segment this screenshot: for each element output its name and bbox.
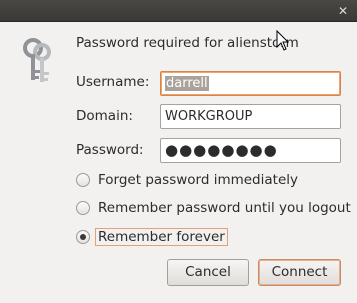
radio-button-checked[interactable] [76, 230, 90, 244]
connect-button[interactable]: Connect [258, 259, 341, 286]
domain-label: Domain: [76, 108, 133, 124]
mouse-pointer-icon [276, 30, 290, 51]
window-titlebar: ✕ [0, 0, 357, 22]
cancel-button[interactable]: Cancel [167, 259, 249, 286]
radio-label: Remember password until you logout [98, 200, 351, 216]
radio-label: Forget password immediately [98, 172, 298, 188]
radio-button[interactable] [76, 201, 90, 215]
password-label: Password: [76, 142, 144, 158]
username-value: darrell [165, 76, 209, 91]
radio-remember-forever[interactable]: Remember forever [76, 228, 228, 246]
close-window-button[interactable]: ✕ [335, 3, 351, 19]
domain-field[interactable]: WORKGROUP [160, 104, 341, 129]
username-label: Username: [76, 74, 150, 90]
radio-button[interactable] [76, 173, 90, 187]
radio-remember-until-logout[interactable]: Remember password until you logout [76, 200, 351, 216]
keys-icon [23, 38, 51, 82]
dialog-heading: Password required for alienstorm [76, 35, 299, 51]
username-field[interactable]: darrell [160, 71, 341, 96]
radio-forget-immediately[interactable]: Forget password immediately [76, 172, 298, 188]
password-field[interactable]: ●●●●●●●● [160, 138, 341, 163]
radio-label: Remember forever [95, 228, 228, 246]
